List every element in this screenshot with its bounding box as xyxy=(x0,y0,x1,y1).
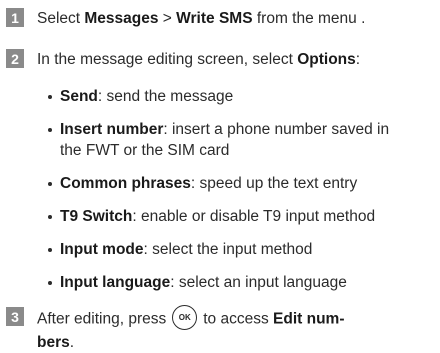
ok-key-icon: OK xyxy=(172,305,198,330)
list-item: T9 Switch: enable or disable T9 input me… xyxy=(47,206,436,227)
step-2: 2 In the message editing screen, select … xyxy=(6,49,436,70)
step-text: In the message editing screen, select Op… xyxy=(37,51,361,68)
step-number: 2 xyxy=(6,49,24,68)
edit-numbers-term: Edit num- xyxy=(273,310,345,328)
options-term: Options xyxy=(297,51,356,68)
step-1: 1 Select Messages > Write SMS from the m… xyxy=(6,8,436,29)
menu-messages: Messages xyxy=(84,10,159,27)
list-item: Input mode: select the input method xyxy=(47,239,436,260)
step-3: 3 After editing, press OK to access Edit n… xyxy=(6,305,436,353)
list-item: Send: send the message xyxy=(47,86,436,107)
menu-write-sms: Write SMS xyxy=(176,10,253,27)
list-item: Insert number: insert a phone number sav… xyxy=(47,119,436,161)
step-number: 3 xyxy=(6,307,24,326)
step-text: After editing, press OK to access Edit num… xyxy=(37,305,436,353)
list-item: Input language: select an input language xyxy=(47,272,436,293)
step-text: Select Messages > Write SMS from the men… xyxy=(37,10,366,27)
options-list: Send: send the message Insert number: in… xyxy=(47,86,436,293)
step-number: 1 xyxy=(6,8,24,27)
list-item: Common phrases: speed up the text entry xyxy=(47,173,436,194)
